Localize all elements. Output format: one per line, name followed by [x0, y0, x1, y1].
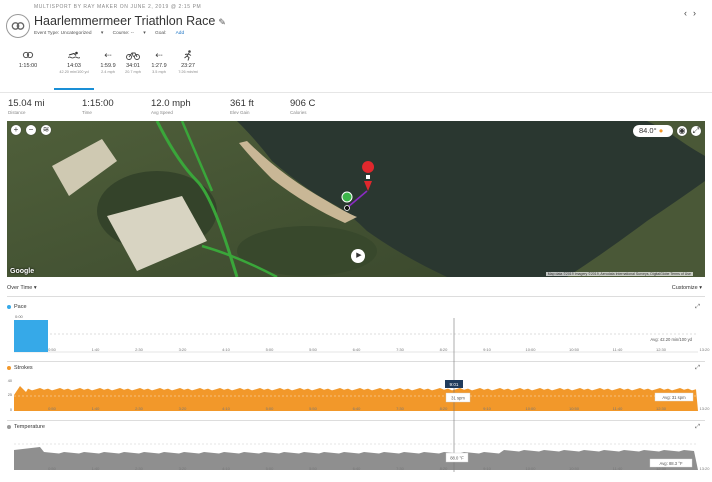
- temperature-x-tick: 11:40: [613, 466, 623, 471]
- pace-x-tick: 5:00: [266, 347, 275, 352]
- strokes-x-tick: 0:50: [48, 406, 57, 411]
- strokes-x-tick: 5:00: [266, 406, 275, 411]
- pace-x-tick: 5:50: [309, 347, 318, 352]
- temperature-x-tick: 4:10: [222, 466, 231, 471]
- over-time-charts[interactable]: 0:00 Avg: 42.20 min/100 yd 0:50 1:40 2:30 3:2…: [0, 0, 712, 482]
- temperature-avg-label: Avg: 88.3 °F: [659, 461, 682, 466]
- pace-x-tick: 12:30: [656, 347, 667, 352]
- temperature-x-tick: 5:00: [266, 466, 275, 471]
- strokes-x-tick: 3:20: [179, 406, 188, 411]
- strokes-x-tick: 1:40: [92, 406, 101, 411]
- temperature-x-tick: 7:30: [396, 466, 405, 471]
- strokes-x-tick: 2:30: [135, 406, 144, 411]
- pace-x-tick: 8:20: [440, 347, 449, 352]
- pace-x-tick: 7:30: [396, 347, 405, 352]
- pace-x-tick: 3:20: [179, 347, 188, 352]
- strokes-x-tick: 6:40: [353, 406, 362, 411]
- pace-avg-label: Avg: 42.20 min/100 yd: [650, 337, 692, 342]
- pace-x-tick: 10:00: [525, 347, 536, 352]
- strokes-y-tick: 0: [10, 408, 12, 412]
- pace-x-tick: 1:40: [92, 347, 101, 352]
- strokes-x-tick: 11:40: [613, 406, 623, 411]
- cursor-temperature-value: 88.0 °F: [450, 456, 464, 461]
- pace-area: [14, 320, 48, 352]
- temperature-x-tick: 0:50: [48, 466, 57, 471]
- temperature-x-tick: 8:20: [440, 466, 449, 471]
- strokes-x-tick: 8:20: [440, 406, 449, 411]
- temperature-x-tick: 10:00: [525, 466, 536, 471]
- temperature-x-tick: 13:20: [699, 466, 710, 471]
- pace-x-tick: 2:30: [135, 347, 144, 352]
- strokes-x-tick: 13:20: [699, 406, 710, 411]
- strokes-x-tick: 10:00: [525, 406, 536, 411]
- strokes-x-tick: 7:30: [396, 406, 405, 411]
- temperature-x-tick: 6:40: [353, 466, 362, 471]
- temperature-x-tick: 5:50: [309, 466, 318, 471]
- strokes-x-tick: 9:10: [483, 406, 492, 411]
- pace-x-tick: 6:40: [353, 347, 362, 352]
- temperature-x-tick: 9:10: [483, 466, 492, 471]
- strokes-x-tick: 5:50: [309, 406, 318, 411]
- pace-x-tick: 9:10: [483, 347, 492, 352]
- temperature-x-tick: 1:40: [92, 466, 101, 471]
- cursor-strokes-value: 31 spm: [451, 396, 465, 401]
- strokes-y-tick: 25: [8, 393, 12, 397]
- pace-x-tick: 10:50: [569, 347, 580, 352]
- strokes-y-tick: 40: [8, 379, 12, 383]
- strokes-avg-label: Avg: 31 spm: [662, 395, 686, 400]
- pace-y-tick: 0:00: [15, 314, 24, 319]
- strokes-x-tick: 12:30: [656, 406, 667, 411]
- cursor-time-label: 9:01: [450, 382, 459, 387]
- pace-x-tick: 0:50: [48, 347, 57, 352]
- strokes-x-tick: 10:50: [569, 406, 580, 411]
- strokes-x-tick: 4:10: [222, 406, 231, 411]
- pace-x-tick: 13:20: [699, 347, 710, 352]
- temperature-x-tick: 3:20: [179, 466, 188, 471]
- pace-x-tick: 4:10: [222, 347, 231, 352]
- temperature-x-tick: 10:50: [569, 466, 580, 471]
- pace-x-tick: 11:40: [613, 347, 623, 352]
- temperature-x-tick: 2:30: [135, 466, 144, 471]
